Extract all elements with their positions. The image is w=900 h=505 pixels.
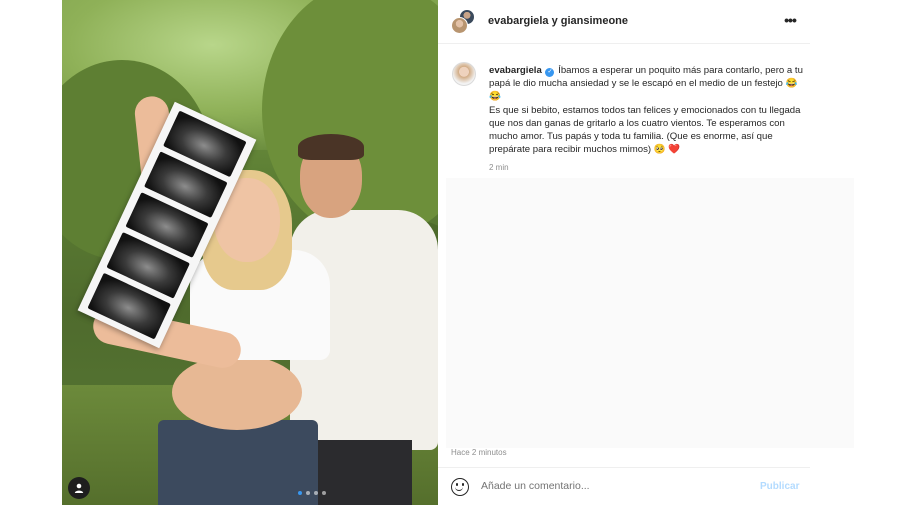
man-hair (298, 134, 364, 160)
comment-input[interactable] (481, 480, 741, 492)
carousel-dot (298, 491, 302, 495)
post-side-panel: evabargiela y giansimeone ••• evabargiel… (438, 0, 854, 505)
woman-jeans (158, 420, 318, 505)
comments-area (446, 178, 854, 448)
caption-time: 2 min (489, 163, 509, 172)
avatar[interactable] (452, 62, 476, 86)
man-pants (312, 440, 412, 505)
post-authors[interactable]: evabargiela y giansimeone (488, 15, 628, 27)
caption-line-2: Es que si bebito, estamos todos tan feli… (489, 104, 801, 156)
woman-belly (172, 355, 302, 430)
carousel-dot (314, 491, 318, 495)
post-header: evabargiela y giansimeone ••• (438, 0, 810, 44)
smiley-icon[interactable] (451, 478, 469, 496)
post-photo[interactable] (62, 0, 438, 505)
more-horizontal-icon[interactable]: ••• (782, 13, 798, 30)
caption-text: evabargiela ✓ Íbamos a esperar un poquit… (489, 64, 809, 156)
carousel-dot (306, 491, 310, 495)
carousel-dots (298, 491, 326, 495)
tagged-users-button[interactable] (68, 477, 90, 499)
avatar[interactable] (451, 9, 477, 35)
post-timestamp[interactable]: Hace 2 minutos (451, 448, 507, 457)
caption-username[interactable]: evabargiela (489, 65, 542, 76)
user-tag-icon (74, 483, 84, 493)
divider (438, 467, 810, 468)
publish-button[interactable]: Publicar (760, 481, 799, 492)
carousel-dot (322, 491, 326, 495)
comment-box: Publicar (438, 470, 810, 505)
verified-badge-icon: ✓ (545, 68, 555, 77)
avatar-evabargiela (451, 17, 468, 34)
